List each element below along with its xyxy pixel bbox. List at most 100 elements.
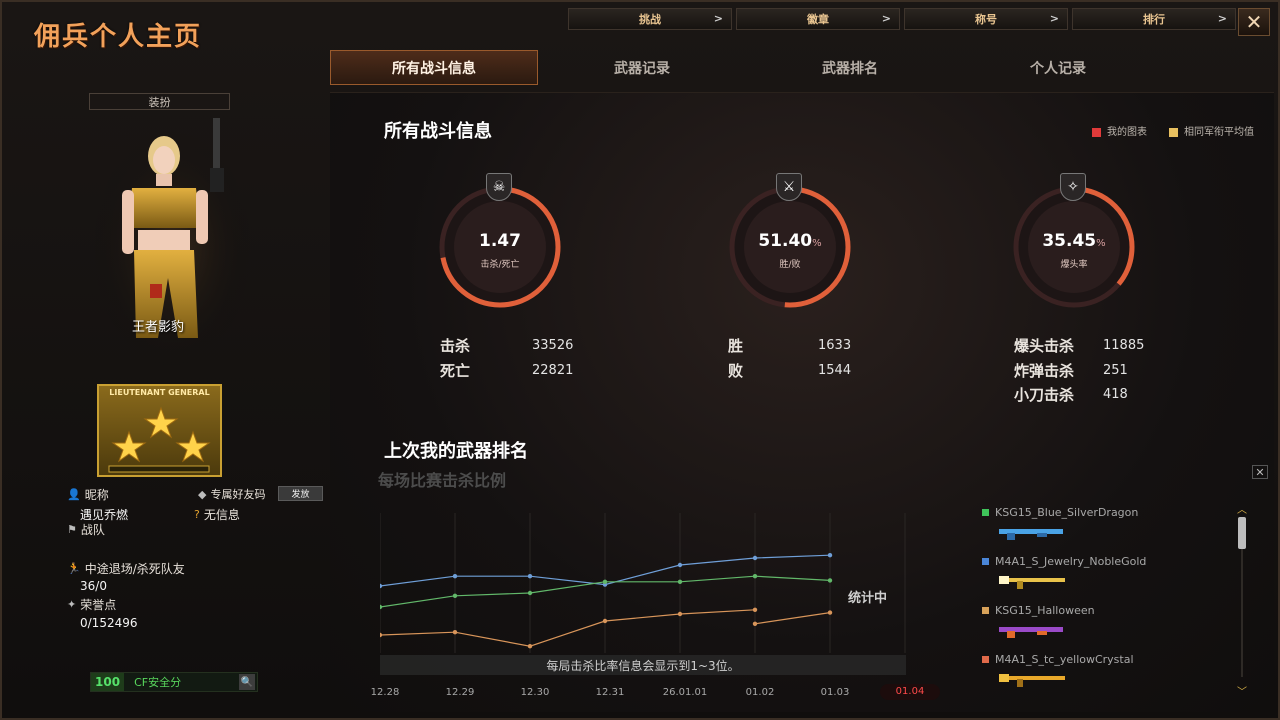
wins-value: 1633 xyxy=(818,338,852,353)
data-point xyxy=(752,607,758,612)
weapon-color-dot xyxy=(982,656,989,663)
outfit-button[interactable]: 装扮 xyxy=(89,93,230,110)
character-name: 王者影豹 xyxy=(132,320,185,335)
data-point xyxy=(752,621,758,626)
x-tick-label: 26.01.01 xyxy=(662,687,708,698)
main-panel: 所有战斗信息 我的图表 相同军衔平均值 ☠ 1.47 击杀/死亡 ⚔ 51.40… xyxy=(330,92,1274,712)
nav-label: 挑战 xyxy=(639,13,661,26)
nav-badge-button[interactable]: 徽章 > xyxy=(736,8,900,30)
quit-label: 中途退场/杀死队友 xyxy=(84,562,185,576)
losses-value: 1544 xyxy=(818,363,852,378)
headshot-kills-label: 爆头击杀 xyxy=(1014,337,1075,355)
nav-ranking-button[interactable]: 排行 > xyxy=(1072,8,1236,30)
send-friend-code-button[interactable]: 发放 xyxy=(278,486,323,501)
x-tick-label: 12.30 xyxy=(520,687,550,698)
weapon-list-scrollbar[interactable]: ︿ ﹀ xyxy=(1236,505,1248,698)
weapon-name: KSG15_Blue_SilverDragon xyxy=(995,506,1139,519)
gauge-value: 1.47 xyxy=(434,231,566,251)
chart-note: 每局击杀比率信息会显示到1~3位。 xyxy=(380,655,906,675)
profile-panel: 装扮 王者影豹 LIEUTENANT GENERAL 👤 昵称 遇见乔燃 ◆ 专… xyxy=(12,88,323,708)
rank-badge: LIEUTENANT GENERAL xyxy=(97,384,222,477)
no-info-label: 无信息 xyxy=(203,508,240,522)
series-line xyxy=(754,612,831,625)
tab-weapon-records[interactable]: 武器记录 xyxy=(538,50,746,85)
app-title: 佣兵个人主页 xyxy=(34,22,203,52)
data-point xyxy=(452,593,458,598)
safety-score: 100 xyxy=(91,673,125,691)
list-item[interactable]: M4A1_S_tc_yellowCrystal xyxy=(982,653,1192,702)
weapon-color-dot xyxy=(982,607,989,614)
wins-label: 胜 xyxy=(728,337,744,355)
gauge-value: 35.45% xyxy=(1008,231,1140,251)
data-point xyxy=(827,553,833,558)
deaths-label: 死亡 xyxy=(440,362,471,380)
legend-swatch xyxy=(1092,127,1101,137)
team-label: 战队 xyxy=(80,523,105,537)
scroll-down-icon[interactable]: ﹀ xyxy=(1236,683,1248,698)
list-item[interactable]: KSG15_Halloween xyxy=(982,604,1192,653)
tab-all-battle-info[interactable]: 所有战斗信息 xyxy=(330,50,538,85)
data-point xyxy=(380,604,383,610)
tab-weapon-ranking[interactable]: 武器排名 xyxy=(746,50,954,85)
legend-item-average: 相同军衔平均值 xyxy=(1169,123,1254,138)
list-item[interactable]: KSG15_Blue_SilverDragon xyxy=(982,506,1192,555)
safety-score-bar: 100 CF安全分 🔍 xyxy=(90,672,258,692)
data-point xyxy=(527,574,533,579)
quit-value: 36/0 xyxy=(80,579,107,593)
scroll-thumb[interactable] xyxy=(1238,517,1246,549)
gauge-number: 51.40 xyxy=(758,231,813,251)
friend-code-label: 专属好友码 xyxy=(210,488,266,501)
team-row: ⚑ 战队 xyxy=(67,521,105,538)
chevron-right-icon: > xyxy=(1217,12,1227,25)
no-info-row: ? 无信息 xyxy=(194,506,240,523)
nav-label: 称号 xyxy=(975,13,997,26)
data-point xyxy=(380,583,383,589)
weapon-list: KSG15_Blue_SilverDragon M4A1_S_Jewelry_N… xyxy=(982,506,1192,702)
x-tick-label: 12.29 xyxy=(445,687,475,698)
stat-status: 统计中 xyxy=(848,591,888,606)
close-button[interactable]: ✕ xyxy=(1238,8,1270,36)
nav-challenge-button[interactable]: 挑战 > xyxy=(568,8,732,30)
deaths-value: 22821 xyxy=(532,363,574,378)
section-title: 所有战斗信息 xyxy=(384,121,492,142)
window-frame: 佣兵个人主页 挑战 > 徽章 > 称号 > 排行 > ✕ 所有战斗信息 武器记录 武器排… xyxy=(0,0,1280,720)
chart-legend: 我的图表 相同军衔平均值 xyxy=(1092,123,1254,138)
crosshair-icon: ✧ xyxy=(1060,173,1086,201)
gauge-number: 35.45 xyxy=(1042,231,1097,251)
list-item[interactable]: M4A1_S_Jewelry_NobleGold xyxy=(982,555,1192,604)
nav-title-button[interactable]: 称号 > xyxy=(904,8,1068,30)
safety-label: CF安全分 xyxy=(134,676,182,689)
quit-row: 🏃 中途退场/杀死队友 xyxy=(67,560,185,577)
legend-swatch xyxy=(1169,127,1178,137)
close-icon[interactable]: ✕ xyxy=(1252,465,1268,479)
search-icon[interactable]: 🔍 xyxy=(239,674,255,690)
data-point xyxy=(752,574,758,579)
bomb-kills-label: 炸弹击杀 xyxy=(1014,362,1075,380)
rifle-icon xyxy=(999,576,1065,589)
gauge-label: 爆头率 xyxy=(1060,260,1088,270)
gauge-unit: % xyxy=(1096,238,1106,249)
kills-value: 33526 xyxy=(532,338,574,353)
weapon-name: M4A1_S_tc_yellowCrystal xyxy=(995,653,1134,666)
nickname-label: 昵称 xyxy=(84,488,109,502)
weapon-name: M4A1_S_Jewelry_NobleGold xyxy=(995,555,1147,568)
x-tick-label[interactable]: 01.04 xyxy=(880,684,940,700)
team-icon: ⚑ xyxy=(67,523,77,536)
x-tick-label: 01.02 xyxy=(745,687,775,698)
legend-item-mine: 我的图表 xyxy=(1092,123,1147,138)
headshot-kills-value: 11885 xyxy=(1103,338,1145,353)
knife-kills-value: 418 xyxy=(1103,387,1128,402)
bomb-kills-value: 251 xyxy=(1103,363,1128,378)
x-tick-label: 01.03 xyxy=(820,687,850,698)
knife-kills-label: 小刀击杀 xyxy=(1014,386,1075,404)
data-point xyxy=(677,562,683,568)
gauge-label: 击杀/死亡 xyxy=(480,260,520,270)
scroll-up-icon[interactable]: ︿ xyxy=(1236,501,1248,516)
winrate-gauge: ⚔ 51.40% 胜/败 xyxy=(724,173,856,313)
tab-personal-records[interactable]: 个人记录 xyxy=(954,50,1162,85)
gauge-label: 胜/败 xyxy=(779,260,801,270)
data-point xyxy=(602,579,608,584)
tab-bar: 所有战斗信息 武器记录 武器排名 个人记录 xyxy=(330,50,1162,85)
chevron-right-icon: > xyxy=(881,12,891,25)
legend-label: 相同军衔平均值 xyxy=(1184,127,1254,138)
